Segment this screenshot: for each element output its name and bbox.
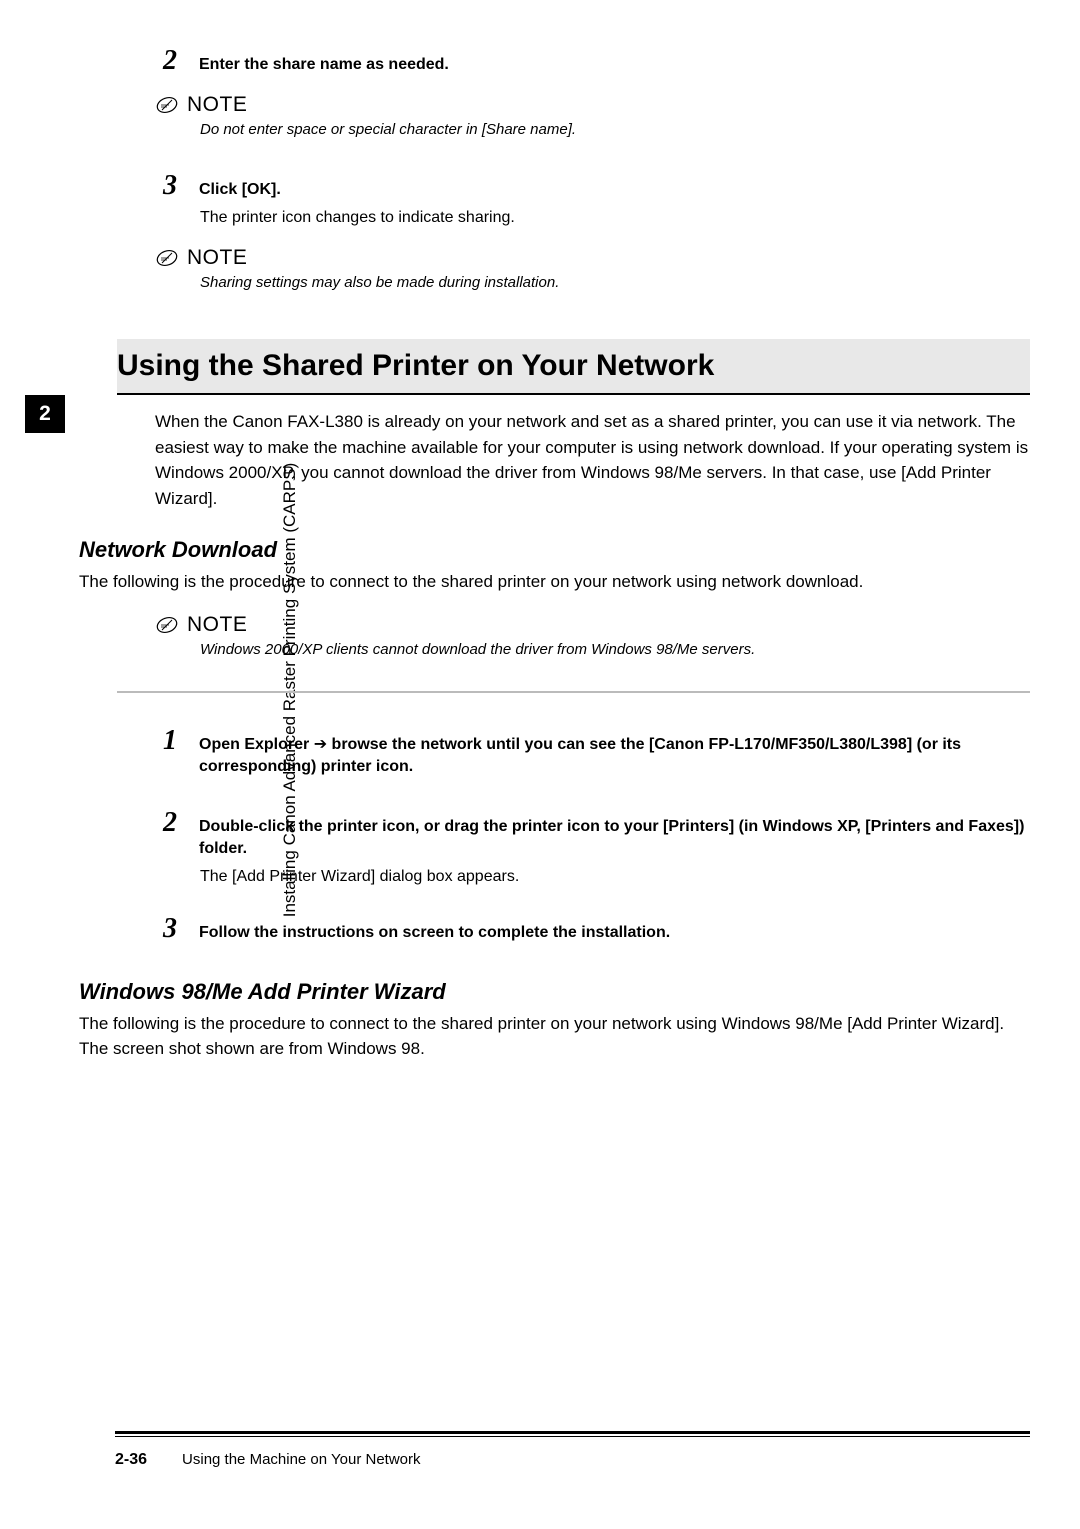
step-number: 2 (155, 45, 177, 77)
step-body: The [Add Printer Wizard] dialog box appe… (200, 865, 1030, 889)
nd-step-3-row: 3 Follow the instructions on screen to c… (155, 913, 1030, 945)
step-instruction: Click [OK]. (199, 179, 281, 201)
subheading-network-download: Network Download (79, 537, 1030, 563)
footer-rule-thin (115, 1436, 1030, 1437)
note-block: NOTE Sharing settings may also be made d… (155, 246, 1030, 295)
nd-step-1-row: 1 Open Explorer ➔ browse the network unt… (155, 725, 1030, 779)
step-number: 3 (155, 913, 177, 945)
step-instruction: Double-click the printer icon, or drag t… (199, 816, 1030, 861)
section-heading: Using the Shared Printer on Your Network (117, 339, 1030, 395)
sub-intro: The following is the procedure to connec… (79, 569, 1030, 595)
chapter-number: 2 (39, 402, 51, 426)
step-3-row: 3 Click [OK]. (155, 170, 1030, 202)
step-body: The printer icon changes to indicate sha… (200, 206, 1030, 230)
note-text: Windows 2000/XP clients cannot download … (200, 639, 1030, 662)
step-text-pre: Open Explorer (199, 736, 314, 753)
nd-step-2-row: 2 Double-click the printer icon, or drag… (155, 807, 1030, 861)
step-number: 2 (155, 807, 177, 839)
note-text: Do not enter space or special character … (200, 119, 1030, 142)
note-icon (155, 246, 179, 270)
step-number: 1 (155, 725, 177, 757)
note-block: NOTE Do not enter space or special chara… (155, 93, 1030, 142)
divider (117, 691, 1030, 693)
subheading-win98: Windows 98/Me Add Printer Wizard (79, 979, 1030, 1005)
footer-rule-thick (115, 1431, 1030, 1434)
arrow-icon: ➔ (314, 736, 327, 753)
note-label: NOTE (187, 613, 247, 637)
chapter-tab: 2 (25, 395, 65, 433)
note-text: Sharing settings may also be made during… (200, 272, 1030, 295)
note-block: NOTE Windows 2000/XP clients cannot down… (155, 613, 1030, 662)
note-icon (155, 613, 179, 637)
step-2-row: 2 Enter the share name as needed. (155, 45, 1030, 77)
note-label: NOTE (187, 246, 247, 270)
step-instruction: Follow the instructions on screen to com… (199, 922, 670, 944)
step-number: 3 (155, 170, 177, 202)
footer-text: Using the Machine on Your Network (182, 1451, 420, 1468)
page-number: 2-36 (115, 1451, 147, 1469)
section-intro: When the Canon FAX-L380 is already on yo… (155, 409, 1030, 511)
page-footer: 2-36 Using the Machine on Your Network (115, 1451, 421, 1469)
step-instruction: Open Explorer ➔ browse the network until… (199, 734, 1030, 779)
note-icon (155, 93, 179, 117)
sub-intro: The following is the procedure to connec… (79, 1011, 1030, 1062)
note-label: NOTE (187, 93, 247, 117)
step-instruction: Enter the share name as needed. (199, 54, 449, 76)
